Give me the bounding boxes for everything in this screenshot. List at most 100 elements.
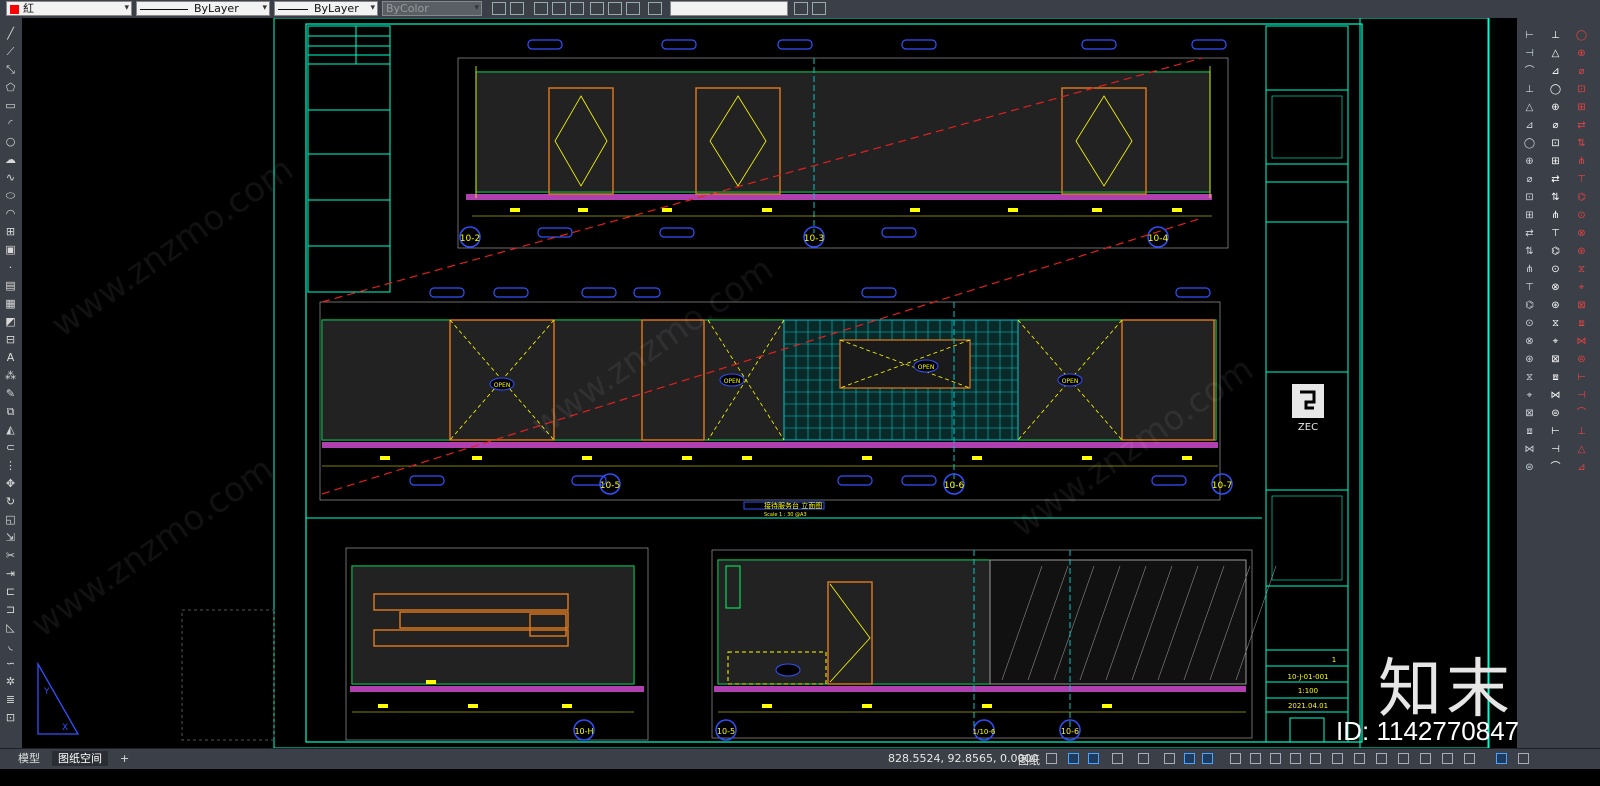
snap-toggle-icon[interactable] bbox=[1068, 753, 1079, 764]
calculator-icon[interactable] bbox=[534, 2, 548, 15]
explode-icon[interactable]: ✲ bbox=[4, 676, 17, 688]
blend-icon[interactable]: ∽ bbox=[4, 658, 17, 670]
gear-icon[interactable] bbox=[1464, 753, 1475, 764]
linear-dim-icon[interactable]: ⊢ bbox=[1523, 30, 1536, 42]
hatch-icon[interactable]: ▤ bbox=[4, 280, 17, 292]
offset-icon[interactable]: ⊂ bbox=[4, 442, 17, 454]
angular-dim-icon[interactable]: △ bbox=[1549, 48, 1562, 60]
dim-break-icon[interactable]: ⋔ bbox=[1549, 210, 1562, 222]
transparency-toggle-icon[interactable] bbox=[1202, 753, 1213, 764]
mleader-align-icon[interactable]: ⊜ bbox=[1575, 354, 1588, 366]
lock-ui-icon[interactable] bbox=[1332, 753, 1343, 764]
ellipse-arc-icon[interactable]: ◠ bbox=[4, 208, 17, 220]
grid-toggle-icon[interactable] bbox=[1046, 753, 1057, 764]
isolate-objects-icon[interactable] bbox=[1354, 753, 1365, 764]
table-icon[interactable] bbox=[570, 2, 584, 15]
leader-icon[interactable]: ⌬ bbox=[1523, 300, 1536, 312]
make-block-icon[interactable]: ▣ bbox=[4, 244, 17, 256]
linear-dim-icon[interactable]: ⊢ bbox=[1549, 426, 1562, 438]
polar-toggle-icon[interactable] bbox=[1112, 753, 1123, 764]
gradient-icon[interactable]: ▦ bbox=[4, 298, 17, 310]
linetype-select[interactable]: ByLayer ▾ bbox=[136, 1, 270, 16]
tab-layout[interactable]: 图纸空间 bbox=[52, 751, 108, 766]
layer-properties-icon[interactable] bbox=[510, 2, 524, 15]
add-layout-button[interactable]: + bbox=[114, 751, 135, 766]
arc-icon[interactable]: ◜ bbox=[4, 118, 17, 130]
rotate-icon[interactable]: ↻ bbox=[4, 496, 17, 508]
layout-viewport-icon[interactable] bbox=[1496, 753, 1507, 764]
extend-icon[interactable]: ⇥ bbox=[4, 568, 17, 580]
jogged-dim-icon[interactable]: ⊿ bbox=[1549, 66, 1562, 78]
aligned-dim-icon[interactable]: ⊣ bbox=[1523, 48, 1536, 60]
aligned-dim-icon[interactable]: ⊣ bbox=[1549, 444, 1562, 456]
quick-dim-icon[interactable]: ⊡ bbox=[1523, 192, 1536, 204]
hardware-accel-icon[interactable] bbox=[1376, 753, 1387, 764]
tab-model[interactable]: 模型 bbox=[12, 751, 46, 766]
lineweight-select[interactable]: ByLayer ▾ bbox=[274, 1, 378, 16]
mleader-align-icon[interactable]: ⊜ bbox=[1549, 408, 1562, 420]
dim-style-icon[interactable]: ⊠ bbox=[1523, 408, 1536, 420]
copy-icon[interactable]: ⧉ bbox=[4, 406, 17, 418]
angular-dim-icon[interactable]: △ bbox=[1575, 444, 1588, 456]
polygon-icon[interactable]: ⬠ bbox=[4, 82, 17, 94]
menu-icon[interactable] bbox=[1518, 753, 1529, 764]
continue-dim-icon[interactable]: ⇄ bbox=[1575, 120, 1588, 132]
table-icon[interactable]: ⊟ bbox=[4, 334, 17, 346]
fillet-icon[interactable]: ◟ bbox=[4, 640, 17, 652]
leader-icon[interactable]: ⌬ bbox=[1575, 192, 1588, 204]
add-selected-icon[interactable]: ⁂ bbox=[4, 370, 17, 382]
circle-icon[interactable]: ○ bbox=[4, 136, 17, 148]
radius-dim-icon[interactable]: ◯ bbox=[1549, 84, 1562, 96]
dim-space-icon[interactable]: ⇅ bbox=[1575, 138, 1588, 150]
rectangle-icon[interactable]: ▭ bbox=[4, 100, 17, 112]
command-search-input[interactable] bbox=[670, 1, 788, 16]
line-icon[interactable]: ╱ bbox=[4, 28, 17, 40]
jog-line-icon[interactable]: ⊗ bbox=[1549, 282, 1562, 294]
annotation-icon[interactable] bbox=[1250, 753, 1261, 764]
construction-line-icon[interactable]: ⤡ bbox=[4, 64, 17, 76]
move-icon[interactable]: ✥ bbox=[4, 478, 17, 490]
ortho-toggle-icon[interactable] bbox=[1088, 753, 1099, 764]
layer-color-select[interactable]: 紅 ▾ bbox=[6, 1, 132, 16]
ordinate-dim-icon[interactable]: ⊥ bbox=[1575, 426, 1588, 438]
linear-dim-icon[interactable]: ⊢ bbox=[1575, 372, 1588, 384]
spline-icon[interactable]: ∿ bbox=[4, 172, 17, 184]
continue-dim-icon[interactable]: ⇄ bbox=[1549, 174, 1562, 186]
arc-dim-icon[interactable]: ⌒ bbox=[1523, 66, 1536, 78]
dim-style-icon[interactable]: ⊠ bbox=[1549, 354, 1562, 366]
jogged-dim-icon[interactable]: ⊿ bbox=[1523, 120, 1536, 132]
ordinate-dim-icon[interactable]: ⊥ bbox=[1549, 30, 1562, 42]
quick-properties-icon[interactable] bbox=[1310, 753, 1321, 764]
dim-update-icon[interactable]: ⌖ bbox=[1523, 390, 1536, 402]
diameter-dim-icon[interactable]: ⊕ bbox=[1523, 156, 1536, 168]
center-mark-icon[interactable]: ⌀ bbox=[1523, 174, 1536, 186]
dim-update-icon[interactable]: ⌖ bbox=[1549, 336, 1562, 348]
stretch-icon[interactable]: ⇲ bbox=[4, 532, 17, 544]
erase-icon[interactable]: ✎ bbox=[4, 388, 17, 400]
dim-style-icon[interactable]: ⊠ bbox=[1575, 300, 1588, 312]
customize-icon[interactable] bbox=[1420, 753, 1431, 764]
settings-icon[interactable] bbox=[1442, 753, 1453, 764]
polyline-icon[interactable]: ⟋ bbox=[4, 46, 17, 58]
tolerance-icon[interactable]: ⊤ bbox=[1575, 174, 1588, 186]
otrack-toggle-icon[interactable] bbox=[1164, 753, 1175, 764]
dim-text-edit-icon[interactable]: ⧖ bbox=[1523, 372, 1536, 384]
zoom-icon[interactable] bbox=[552, 2, 566, 15]
dim-edit-icon[interactable]: ⊛ bbox=[1575, 246, 1588, 258]
dim-update-icon[interactable]: ⌖ bbox=[1575, 282, 1588, 294]
array-icon[interactable]: ⋮ bbox=[4, 460, 17, 472]
dim-override-icon[interactable]: ⧈ bbox=[1523, 426, 1536, 438]
quick-dim-icon[interactable]: ⊡ bbox=[1549, 138, 1562, 150]
dim-override-icon[interactable]: ⧈ bbox=[1549, 372, 1562, 384]
dim-edit-icon[interactable]: ⊛ bbox=[1523, 354, 1536, 366]
jog-line-icon[interactable]: ⊗ bbox=[1523, 336, 1536, 348]
center-mark-icon[interactable]: ⌀ bbox=[1549, 120, 1562, 132]
mleader-icon[interactable]: ⋈ bbox=[1549, 390, 1562, 402]
mtext-icon[interactable]: A bbox=[4, 352, 17, 364]
arc-dim-icon[interactable]: ⌒ bbox=[1575, 408, 1588, 420]
aligned-dim-icon[interactable]: ⊣ bbox=[1575, 390, 1588, 402]
dim-text-edit-icon[interactable]: ⧖ bbox=[1549, 318, 1562, 330]
diameter-dim-icon[interactable]: ⊕ bbox=[1575, 48, 1588, 60]
ellipse-icon[interactable]: ⬭ bbox=[4, 190, 17, 202]
clean-screen-icon[interactable] bbox=[1398, 753, 1409, 764]
